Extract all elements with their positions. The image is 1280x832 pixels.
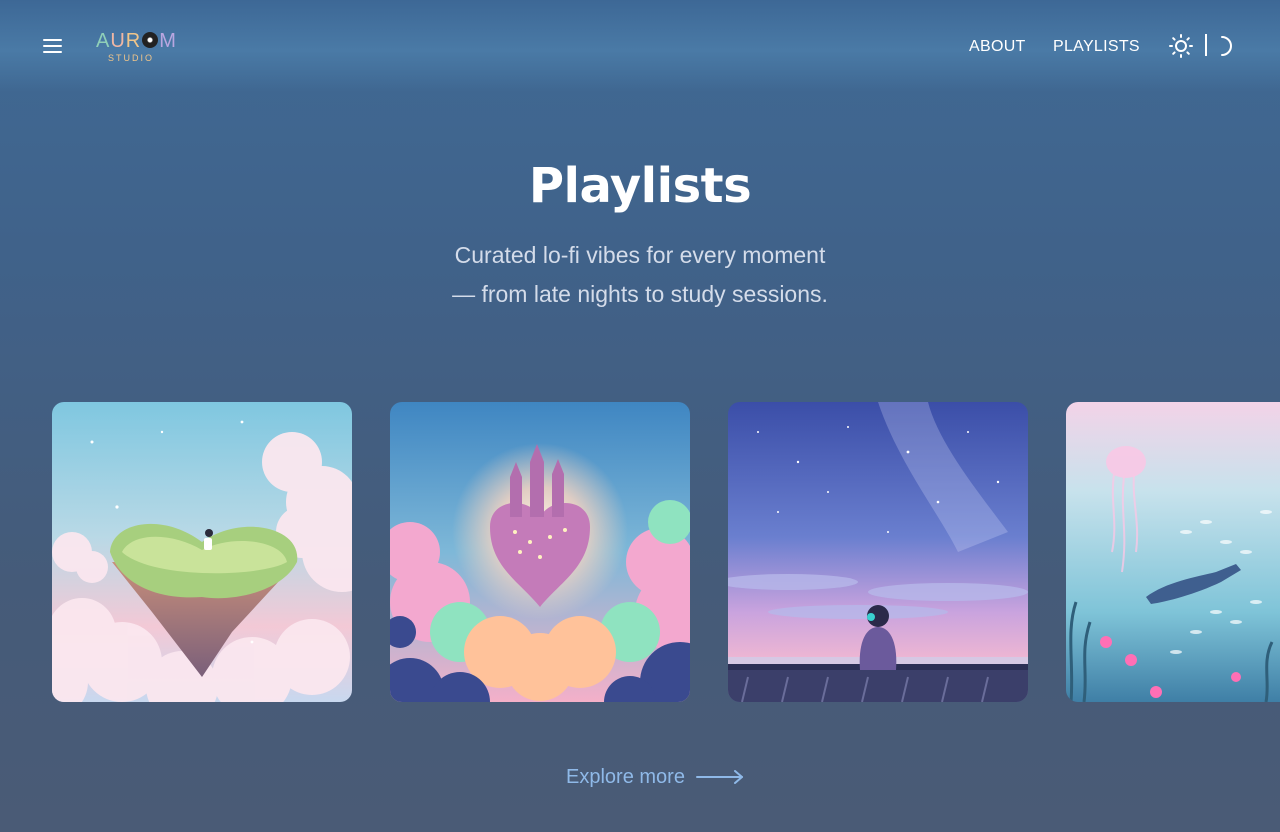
moon-icon[interactable] (1217, 35, 1237, 57)
hamburger-menu-icon[interactable] (43, 38, 63, 54)
playlist-card-floating-castle[interactable] (390, 402, 690, 702)
explore-more-link[interactable]: Explore more (566, 765, 744, 789)
nav-playlists-link[interactable]: PLAYLISTS (1053, 38, 1140, 56)
logo[interactable]: AUR M STUDIO (95, 28, 177, 68)
subtitle-line-1: Curated lo-fi vibes for every moment (454, 242, 826, 268)
page-subtitle: Curated lo-fi vibes for every moment — f… (390, 236, 890, 314)
page-title: Playlists (528, 158, 752, 214)
nav-about-link[interactable]: ABOUT (969, 38, 1026, 56)
playlist-card-heart-island[interactable] (52, 402, 352, 702)
logo-subtitle: STUDIO (108, 53, 155, 63)
playlist-card-underwater[interactable] (1066, 402, 1280, 702)
playlist-card-starry-city[interactable] (728, 402, 1028, 702)
arrow-right-icon (695, 770, 743, 784)
top-header: AUR M STUDIO ABOUT PLAYLISTS (0, 0, 1280, 92)
logo-wordmark: AUR M (96, 30, 177, 52)
subtitle-line-2: — from late nights to study sessions. (452, 281, 828, 307)
theme-divider (1205, 34, 1207, 56)
explore-more-label: Explore more (566, 765, 685, 788)
sun-icon[interactable] (1169, 34, 1193, 58)
